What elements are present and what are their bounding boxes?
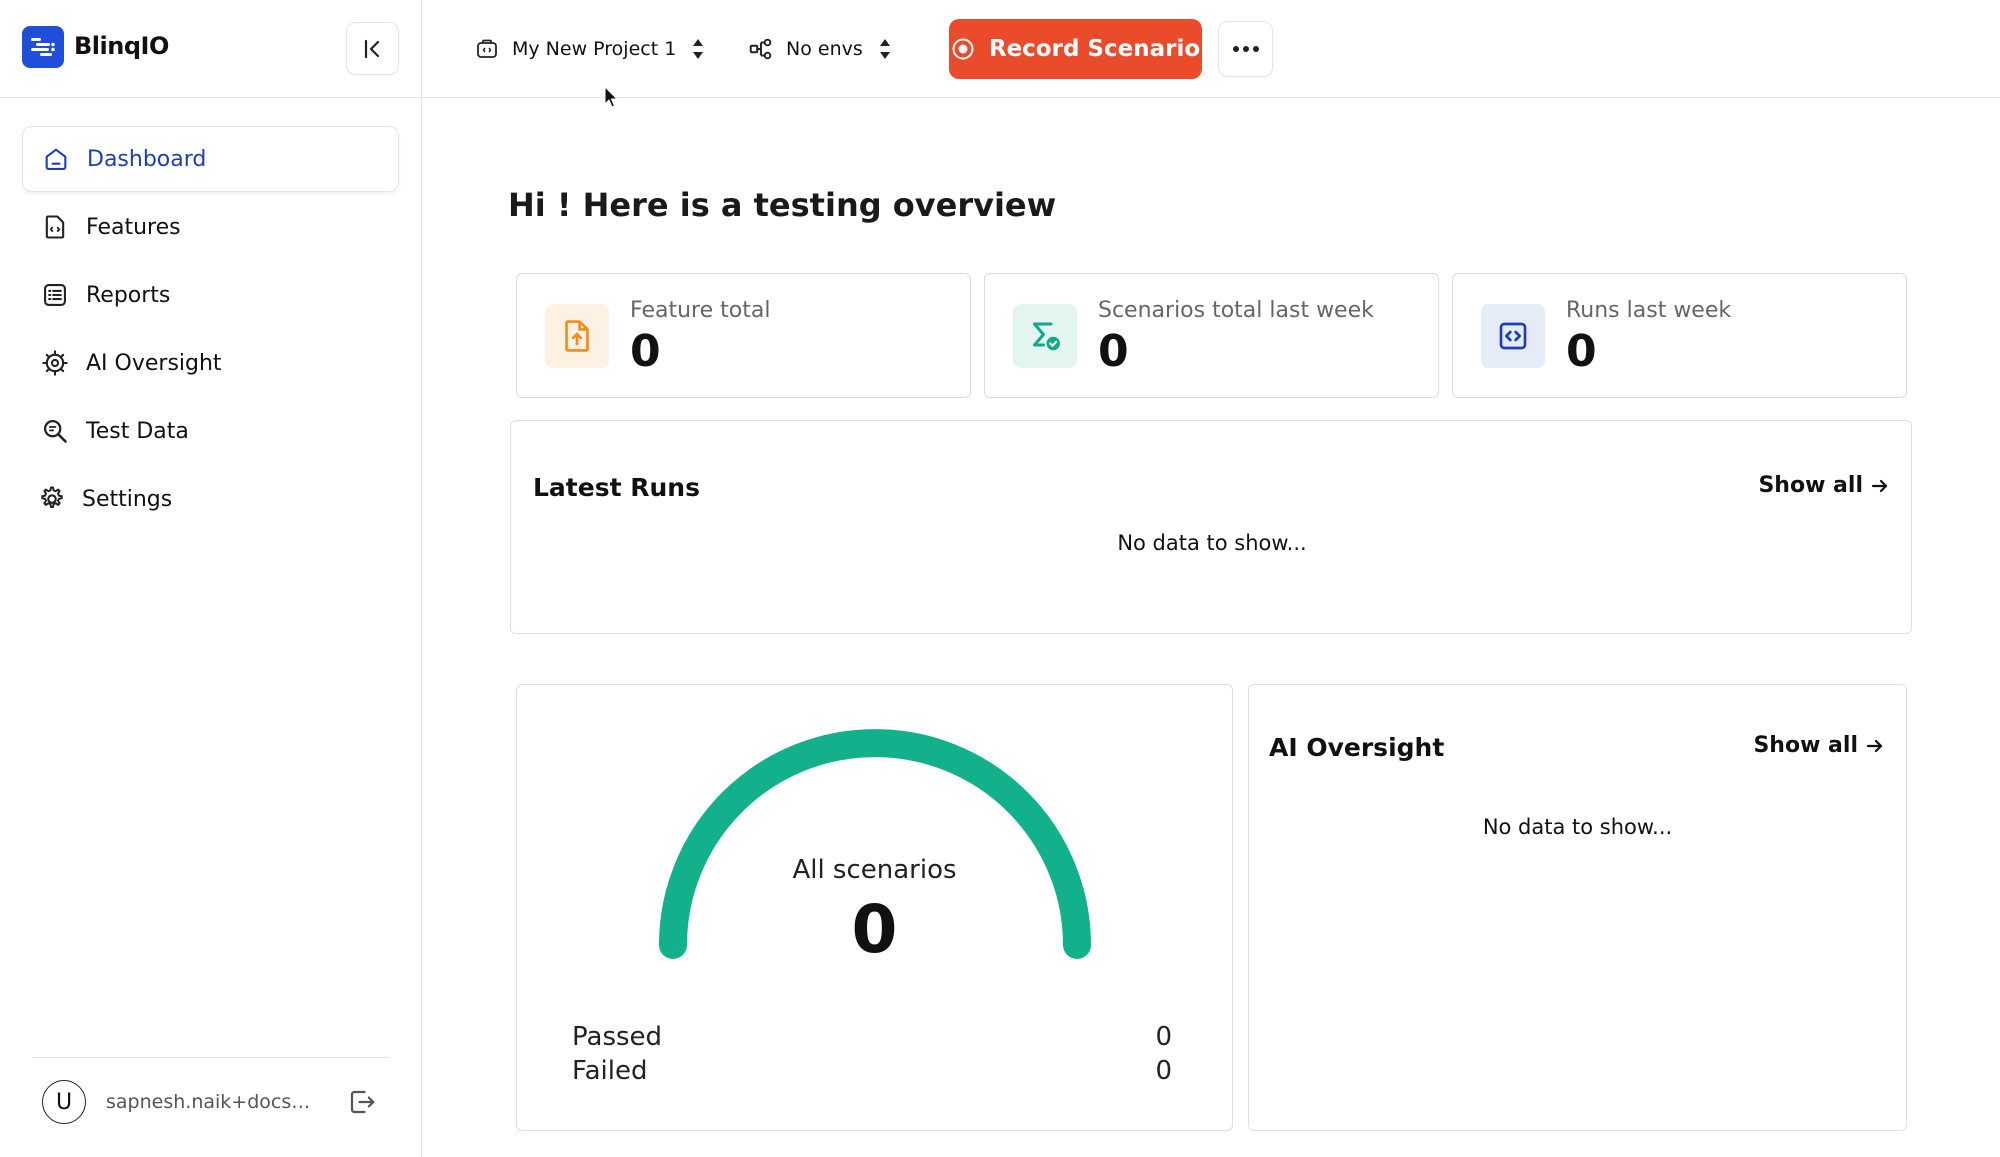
stat-card-runs-last-week: Runs last week 0 <box>1452 273 1907 398</box>
list-icon <box>40 280 70 310</box>
environment-icon <box>748 36 774 62</box>
env-name: No envs <box>786 38 863 60</box>
stat-card-scenarios-total: Scenarios total last week 0 <box>984 273 1439 398</box>
mouse-cursor-icon <box>604 86 619 108</box>
stat-label: Feature total <box>630 298 771 323</box>
ai-oversight-title: AI Oversight <box>1269 733 1445 762</box>
env-selector[interactable]: No envs <box>748 30 893 68</box>
user-profile[interactable]: U sapnesh.naik+docs@... <box>42 1080 392 1124</box>
project-name: My New Project 1 <box>512 38 677 60</box>
latest-runs-empty-text: No data to show... <box>1117 531 1307 555</box>
topbar: My New Project 1 No envs Record Scenario <box>422 0 2000 98</box>
search-data-icon <box>40 416 70 446</box>
failed-value: 0 <box>1155 1056 1172 1086</box>
gauge-label: All scenarios <box>792 855 957 885</box>
sidebar-header: BlinqIO <box>0 0 422 98</box>
page-title: Hi ! Here is a testing overview <box>508 186 1057 224</box>
sidebar-item-label: AI Oversight <box>86 350 222 376</box>
stat-value: 0 <box>1566 326 1597 377</box>
scenario-check-icon <box>1013 304 1077 368</box>
ai-oversight-empty-text: No data to show... <box>1482 815 1673 839</box>
sidebar: BlinqIO Dashboard Features Reports AI Ov… <box>0 0 422 1157</box>
file-upload-icon <box>545 304 609 368</box>
sidebar-item-label: Features <box>86 214 181 240</box>
chevron-updown-icon <box>693 39 704 59</box>
ai-chip-icon <box>40 348 70 378</box>
sidebar-item-label: Test Data <box>86 418 189 444</box>
sidebar-item-label: Reports <box>86 282 171 308</box>
record-icon <box>952 38 974 60</box>
latest-runs-panel: Latest Runs Show all No data to show... <box>510 420 1912 634</box>
logout-icon[interactable] <box>346 1086 378 1118</box>
blinqio-logo-icon <box>22 26 64 68</box>
passed-value: 0 <box>1155 1022 1172 1052</box>
sidebar-item-dashboard[interactable]: Dashboard <box>22 126 399 192</box>
collapse-icon <box>364 39 379 58</box>
latest-runs-title: Latest Runs <box>533 473 700 502</box>
scenarios-gauge-panel: All scenarios 0 Passed 0 Failed 0 <box>516 684 1233 1131</box>
avatar[interactable]: U <box>42 1080 86 1124</box>
show-all-label: Show all <box>1753 733 1858 758</box>
sidebar-item-settings[interactable]: Settings <box>22 466 399 532</box>
arrow-right-icon <box>1866 739 1883 752</box>
record-scenario-label: Record Scenario <box>988 36 1201 62</box>
record-scenario-button[interactable]: Record Scenario <box>949 19 1202 79</box>
feature-file-icon <box>40 212 70 242</box>
passed-label: Passed <box>572 1022 663 1052</box>
latest-runs-show-all-link[interactable]: Show all <box>1758 473 1889 498</box>
sidebar-item-label: Settings <box>82 486 173 512</box>
app-name: BlinqIO <box>74 32 169 60</box>
app-window: BlinqIO Dashboard Features Reports AI Ov… <box>0 0 2000 1157</box>
user-email: sapnesh.naik+docs@... <box>106 1091 326 1113</box>
show-all-label: Show all <box>1758 473 1863 498</box>
stat-label: Scenarios total last week <box>1098 298 1374 323</box>
gear-icon <box>36 484 66 514</box>
sidebar-item-label: Dashboard <box>87 146 207 172</box>
collapse-sidebar-button[interactable] <box>346 22 399 75</box>
sidebar-divider <box>32 1057 390 1058</box>
sidebar-item-ai-oversight[interactable]: AI Oversight <box>22 330 399 396</box>
stat-value: 0 <box>1098 326 1129 377</box>
stat-value: 0 <box>630 326 661 377</box>
legend-failed: Failed 0 <box>572 1056 1172 1086</box>
code-icon <box>1481 304 1545 368</box>
sidebar-nav: Dashboard Features Reports AI Oversight <box>22 126 399 534</box>
more-options-button[interactable] <box>1218 21 1273 77</box>
legend-passed: Passed 0 <box>572 1022 1172 1052</box>
sidebar-item-features[interactable]: Features <box>22 194 399 260</box>
gauge-value: 0 <box>851 891 898 968</box>
more-dots-icon <box>1232 46 1259 52</box>
sidebar-item-reports[interactable]: Reports <box>22 262 399 328</box>
ai-oversight-panel: AI Oversight Show all No data to show... <box>1248 684 1907 1131</box>
project-selector[interactable]: My New Project 1 <box>474 30 706 68</box>
sidebar-item-test-data[interactable]: Test Data <box>22 398 399 464</box>
project-icon <box>474 36 500 62</box>
home-icon <box>41 144 71 174</box>
stat-label: Runs last week <box>1566 298 1732 323</box>
ai-oversight-show-all-link[interactable]: Show all <box>1753 733 1884 758</box>
stat-card-feature-total: Feature total 0 <box>516 273 971 398</box>
failed-label: Failed <box>572 1056 648 1086</box>
chevron-updown-icon <box>879 39 890 59</box>
arrow-right-icon <box>1871 479 1888 492</box>
